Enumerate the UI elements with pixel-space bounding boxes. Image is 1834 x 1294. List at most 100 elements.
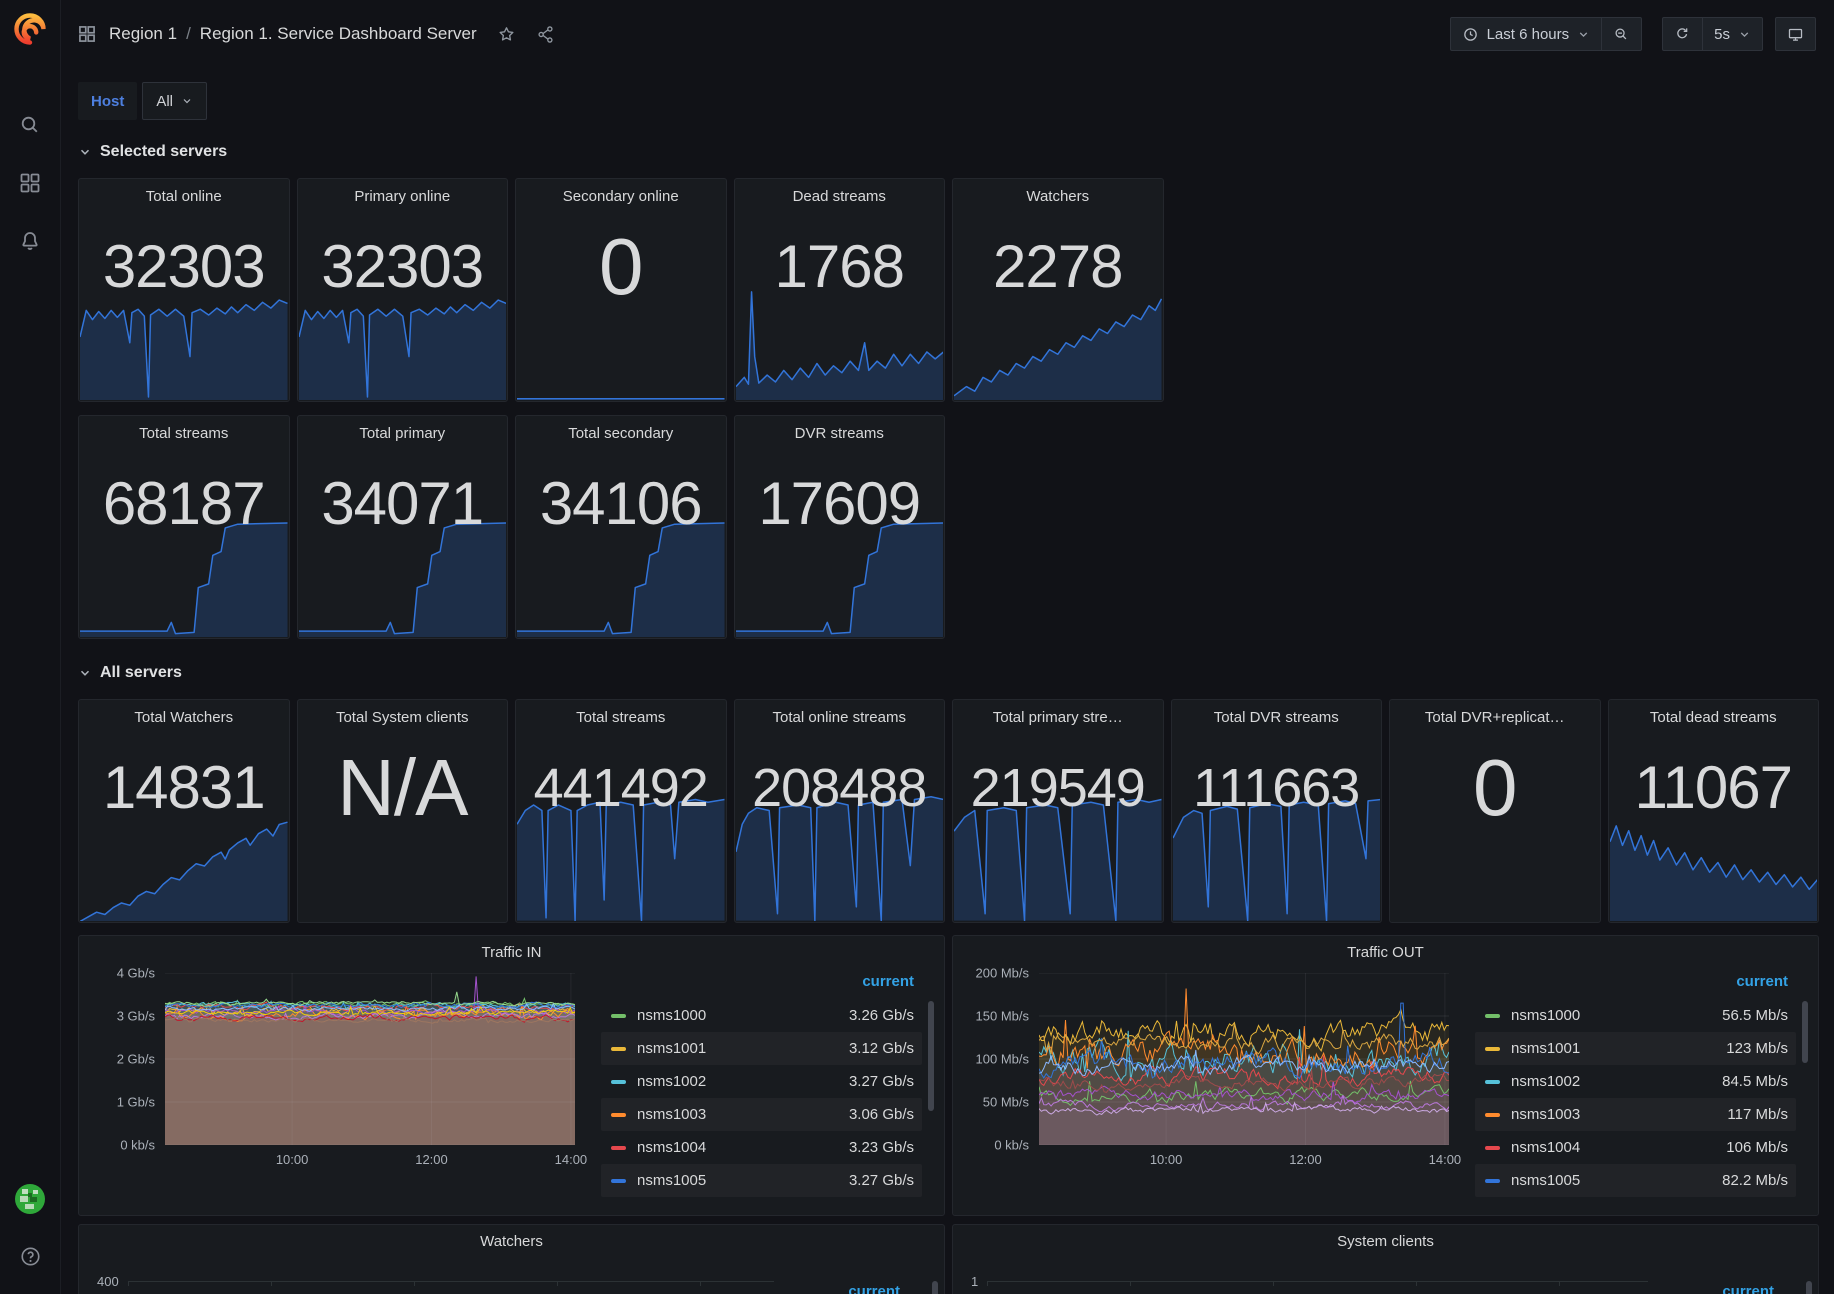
stat-panel: Primary online32303 [297,178,509,402]
legend-scrollbar[interactable] [1802,1001,1808,1063]
breadcrumb-folder[interactable]: Region 1 [109,24,177,44]
stat-panel-title[interactable]: Total primary stre… [953,700,1163,726]
refresh-button[interactable] [1663,18,1702,50]
series-current-value: 56.5 Mb/s [1722,1007,1788,1024]
legend: currentnsms10003.26 Gb/snsms10013.12 Gb/… [601,973,934,1197]
series-color-swatch [1485,1146,1500,1150]
stat-panel: Total streams 441492 [515,699,727,923]
search-icon[interactable] [18,113,42,137]
stat-panel-title[interactable]: Total online streams [735,700,945,726]
stat-panel-title[interactable]: Total online [79,179,289,205]
star-icon[interactable] [497,25,516,44]
x-axis-label: 14:00 [555,1152,588,1167]
row-header-all-servers[interactable]: All servers [78,659,1819,687]
y-axis-label: 1 [971,1274,978,1289]
time-controls-group: Last 6 hours [1450,17,1643,51]
stat-panel-title[interactable]: Primary online [298,179,508,205]
stat-panel: Total streams68187 [78,415,290,639]
stat-value: 2278 [953,237,1163,297]
row-header-selected-servers[interactable]: Selected servers [78,138,1819,166]
stat-panel: Total primary34071 [297,415,509,639]
legend-scrollbar[interactable] [1806,1281,1812,1294]
legend-current-header: current [1722,1283,1774,1294]
panel-title[interactable]: System clients [953,1233,1818,1250]
zoom-out-button[interactable] [1601,18,1641,50]
panel-title[interactable]: Traffic OUT [953,944,1818,961]
stat-panel-title[interactable]: Total System clients [298,700,508,726]
stat-panel-title[interactable]: Total DVR+replicat… [1390,700,1600,726]
series-current-value: 3.23 Gb/s [849,1139,914,1156]
stat-row: Total online 32303Primary online32303 Seco… [78,178,1819,402]
help-icon[interactable] [19,1245,42,1268]
stat-panel-title[interactable]: Secondary online [516,179,726,205]
legend-scrollbar[interactable] [928,1001,934,1111]
chevron-down-icon [181,95,193,107]
stat-panel-title[interactable]: Watchers [953,179,1163,205]
variable-value-dropdown[interactable]: All [142,82,207,120]
stat-panel: Total online 32303 [78,178,290,402]
stat-panel-title[interactable]: Total dead streams [1609,700,1819,726]
chevron-down-icon [78,145,92,159]
stat-sparkline [80,806,288,921]
legend-item[interactable]: nsms10033.06 Gb/s [601,1098,922,1131]
refresh-interval-dropdown[interactable]: 5s [1702,18,1762,50]
chevron-down-icon [1577,28,1590,41]
stat-panel-title[interactable]: Total streams [516,700,726,726]
chevron-down-icon [1738,28,1751,41]
legend-current-header: current [1475,973,1796,999]
series-name: nsms1004 [1511,1139,1580,1156]
stat-panel: Total dead streams11067 [1608,699,1820,923]
stat-panel-title[interactable]: Total DVR streams [1172,700,1382,726]
series-current-value: 84.5 Mb/s [1722,1073,1788,1090]
legend-item[interactable]: nsms1004106 Mb/s [1475,1131,1796,1164]
stat-panel: Total online streams208488 [734,699,946,923]
legend-scrollbar[interactable] [932,1281,938,1294]
legend-item[interactable]: nsms10053.27 Gb/s [601,1164,922,1197]
legend: currentnsms100056.5 Mb/snsms1001123 Mb/s… [1475,973,1808,1197]
stat-panel-title[interactable]: Dead streams [735,179,945,205]
y-axis-label: 3 Gb/s [117,1009,155,1024]
series-color-swatch [611,1014,626,1018]
dashboards-grid-icon[interactable] [18,171,42,195]
legend-item[interactable]: nsms10043.23 Gb/s [601,1131,922,1164]
stat-panel: Total DVR streams111663 [1171,699,1383,923]
breadcrumb-dashboard-title[interactable]: Region 1. Service Dashboard Server [200,24,477,44]
stat-panel-title[interactable]: Total primary [298,416,508,442]
variable-label-host: Host [78,82,137,120]
panel-title[interactable]: Traffic IN [79,944,944,961]
stat-sparkline [80,285,288,400]
y-axis: 200 Mb/s150 Mb/s100 Mb/s50 Mb/s0 kb/s [961,973,1039,1145]
stat-panel-title[interactable]: Total secondary [516,416,726,442]
series-current-value: 3.27 Gb/s [849,1073,914,1090]
panel-title[interactable]: Watchers [79,1233,944,1250]
stat-panel-title[interactable]: DVR streams [735,416,945,442]
stat-panel-title[interactable]: Total Watchers [79,700,289,726]
alerting-bell-icon[interactable] [18,229,42,253]
share-icon[interactable] [536,25,555,44]
series-color-swatch [1485,1080,1500,1084]
legend-item[interactable]: nsms1003117 Mb/s [1475,1098,1796,1131]
axis-gridline [987,1281,1648,1282]
legend-item[interactable]: nsms100582.2 Mb/s [1475,1164,1796,1197]
grafana-logo[interactable] [13,12,47,51]
legend-item[interactable]: nsms10003.26 Gb/s [601,999,922,1032]
y-axis-label: 0 kb/s [120,1138,155,1153]
stat-panel: Total Watchers14831 [78,699,290,923]
stat-value: 219549 [953,761,1163,815]
legend-item[interactable]: nsms10023.27 Gb/s [601,1065,922,1098]
time-range-picker[interactable]: Last 6 hours [1451,18,1602,50]
x-axis: 10:0012:0014:00 [165,1145,575,1171]
series-color-swatch [1485,1179,1500,1183]
graphs-row: Traffic IN 4 Gb/s3 Gb/s2 Gb/s1 Gb/s0 kb/… [78,935,1819,1216]
x-axis: 10:0012:0014:00 [1039,1145,1449,1171]
legend-item[interactable]: nsms100056.5 Mb/s [1475,999,1796,1032]
legend-item[interactable]: nsms100284.5 Mb/s [1475,1065,1796,1098]
cycle-view-button[interactable] [1776,18,1815,50]
user-avatar[interactable] [15,1184,45,1219]
legend-item[interactable]: nsms10013.12 Gb/s [601,1032,922,1065]
stat-value: 441492 [516,761,726,815]
x-axis-label: 12:00 [415,1152,448,1167]
stat-panel-title[interactable]: Total streams [79,416,289,442]
stat-value: 32303 [79,237,289,297]
legend-item[interactable]: nsms1001123 Mb/s [1475,1032,1796,1065]
